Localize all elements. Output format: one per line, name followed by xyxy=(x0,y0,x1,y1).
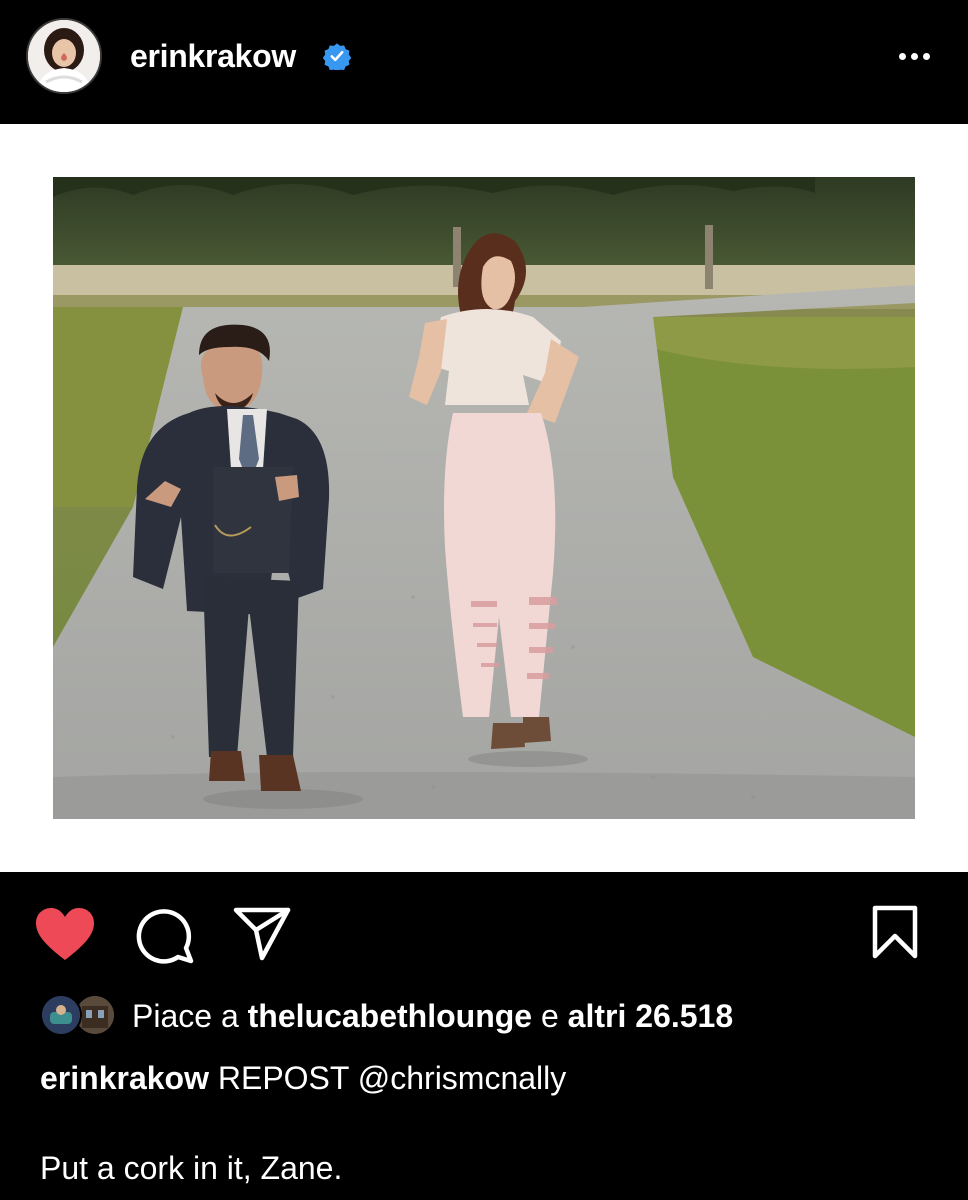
caption-body: Put a cork in it, Zane. xyxy=(40,1150,343,1186)
likes-text: Piace a thelucabethlounge e altri 26.518 xyxy=(132,998,733,1035)
post-header: erinkrakow xyxy=(0,0,968,124)
likes-connector: e xyxy=(540,998,559,1034)
send-icon[interactable] xyxy=(232,906,292,962)
likes-count-link[interactable]: altri 26.518 xyxy=(568,998,733,1034)
liker-avatars xyxy=(40,994,118,1038)
caption-text: REPOST @chrismcnally xyxy=(217,1060,567,1096)
bookmark-icon[interactable] xyxy=(870,904,920,960)
post-actions xyxy=(0,872,968,992)
comment-icon[interactable] xyxy=(136,906,194,964)
likes-prefix: Piace a xyxy=(132,998,239,1034)
post-media[interactable] xyxy=(0,124,968,872)
caption-header: erinkrakow REPOST @chrismcnally xyxy=(40,1060,566,1097)
first-liker-link[interactable]: thelucabethlounge xyxy=(248,998,532,1034)
profile-avatar[interactable] xyxy=(26,18,102,94)
more-options-icon[interactable] xyxy=(888,40,940,72)
likes-summary[interactable]: Piace a thelucabethlounge e altri 26.518 xyxy=(40,994,940,1038)
post-photo xyxy=(53,177,915,819)
verified-badge-icon xyxy=(323,43,351,70)
heart-filled-icon[interactable] xyxy=(34,906,96,962)
post-username[interactable]: erinkrakow xyxy=(130,38,296,75)
liker-avatar xyxy=(40,994,82,1036)
caption-username[interactable]: erinkrakow xyxy=(40,1060,209,1096)
